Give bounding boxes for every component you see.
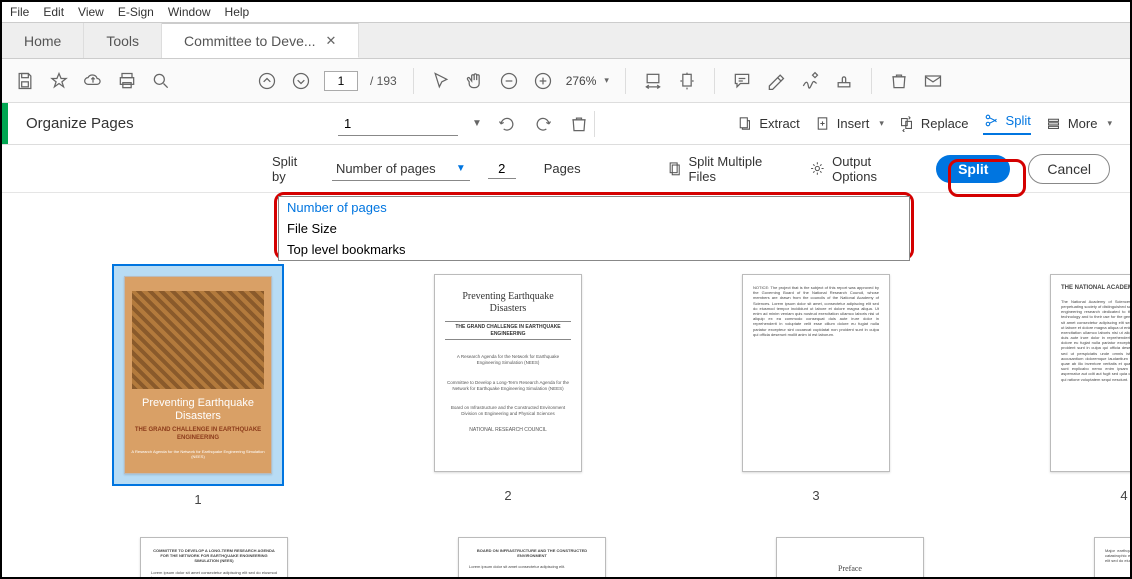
split-option-bookmarks[interactable]: Top level bookmarks [279, 239, 909, 260]
page-thumbnail-4[interactable]: THE NATIONAL ACADEMIES The National Acad… [1040, 264, 1130, 507]
close-icon[interactable]: ✕ [326, 33, 337, 49]
fit-width-icon[interactable] [642, 70, 664, 92]
page-number-input[interactable] [324, 71, 358, 91]
highlight-icon[interactable] [765, 70, 787, 92]
menu-view[interactable]: View [78, 5, 104, 19]
comment-icon[interactable] [731, 70, 753, 92]
thumb-label: 3 [812, 488, 819, 503]
fit-page-icon[interactable] [676, 70, 698, 92]
page-body: Committee to Develop a Long-Term Researc… [445, 380, 571, 392]
split-by-label: Split by [272, 154, 314, 184]
replace-button[interactable]: Replace [898, 115, 969, 132]
delete-icon[interactable] [888, 70, 910, 92]
sign-icon[interactable] [799, 70, 821, 92]
organize-toolbar: Organize Pages ▼ Extract Insert Replace … [2, 103, 1130, 145]
page-body: Board on Infrastructure and the Construc… [445, 405, 571, 417]
cloud-upload-icon[interactable] [82, 70, 104, 92]
menu-file[interactable]: File [10, 5, 29, 19]
thumb-label: 1 [194, 492, 201, 507]
split-button[interactable]: Split [983, 112, 1031, 135]
thumb-label: 2 [504, 488, 511, 503]
split-count-input[interactable] [488, 159, 516, 179]
tab-document[interactable]: Committee to Deve... ✕ [162, 23, 359, 58]
pages-label: Pages [544, 161, 581, 176]
page-heading: Preface [787, 564, 913, 574]
insert-button[interactable]: Insert [814, 115, 884, 132]
cover-subtitle: THE GRAND CHALLENGE IN EARTHQUAKE ENGINE… [125, 427, 271, 443]
chevron-down-icon: ▼ [456, 163, 466, 174]
thumb-label: 4 [1120, 488, 1127, 503]
star-icon[interactable] [48, 70, 70, 92]
menu-edit[interactable]: Edit [43, 5, 64, 19]
trash-icon[interactable] [568, 113, 590, 135]
page-heading: THE NATIONAL ACADEMIES [1061, 285, 1130, 293]
page-thumbnail-7[interactable]: Preface [776, 537, 924, 577]
page-up-icon[interactable] [256, 70, 278, 92]
split-options-bar: Split by Number of pages ▼ Pages Split M… [2, 145, 1130, 193]
split-method-value: Number of pages [336, 161, 436, 176]
search-icon[interactable] [150, 70, 172, 92]
more-button[interactable]: More [1045, 115, 1112, 132]
split-confirm-button[interactable]: Split [936, 155, 1010, 183]
page-body: NATIONAL RESEARCH COUNCIL [445, 427, 571, 434]
tab-tools[interactable]: Tools [84, 23, 162, 58]
menu-window[interactable]: Window [168, 5, 211, 19]
page-body: A Research Agenda for the Network for Ea… [445, 354, 571, 366]
split-option-pages[interactable]: Number of pages [279, 197, 909, 218]
menu-esign[interactable]: E-Sign [118, 5, 154, 19]
page-thumbnail-2[interactable]: Preventing Earthquake Disasters THE GRAN… [424, 264, 592, 507]
organize-page-input[interactable] [338, 112, 458, 136]
page-thumbnail-8[interactable]: Major earthquakes devastating urban regi… [1094, 537, 1130, 577]
page-thumbnail-5[interactable]: COMMITTEE TO DEVELOP A LONG-TERM RESEARC… [140, 537, 288, 577]
extract-button[interactable]: Extract [736, 115, 799, 132]
tab-home[interactable]: Home [2, 23, 84, 58]
cover-footer: A Research Agenda for the Network for Ea… [125, 449, 271, 459]
page-total: / 193 [370, 74, 397, 88]
save-icon[interactable] [14, 70, 36, 92]
page-thumbnail-1[interactable]: Preventing Earthquake Disasters THE GRAN… [112, 264, 284, 507]
rotate-left-icon[interactable] [496, 113, 518, 135]
split-method-menu: Number of pages File Size Top level book… [278, 196, 910, 261]
page-down-icon[interactable] [290, 70, 312, 92]
hand-icon[interactable] [464, 70, 486, 92]
tab-document-label: Committee to Deve... [184, 33, 316, 49]
menu-help[interactable]: Help [225, 5, 250, 19]
split-method-dropdown[interactable]: Number of pages ▼ [332, 157, 470, 181]
chevron-down-icon[interactable]: ▼ [472, 118, 482, 129]
output-options-button[interactable]: Output Options [809, 154, 918, 184]
mail-icon[interactable] [922, 70, 944, 92]
page-thumbnail-6[interactable]: BOARD ON INFRASTRUCTURE AND THE CONSTRUC… [458, 537, 606, 577]
zoom-out-icon[interactable] [498, 70, 520, 92]
split-multiple-button[interactable]: Split Multiple Files [666, 154, 792, 184]
print-icon[interactable] [116, 70, 138, 92]
main-toolbar: / 193 276% [2, 59, 1130, 103]
menubar: File Edit View E-Sign Window Help [2, 2, 1130, 23]
split-option-filesize[interactable]: File Size [279, 218, 909, 239]
page-title: Preventing Earthquake Disasters [445, 291, 571, 315]
page-subtitle: THE GRAND CHALLENGE IN EARTHQUAKE ENGINE… [445, 321, 571, 340]
stamp-icon[interactable] [833, 70, 855, 92]
tool-title: Organize Pages [8, 115, 338, 132]
cover-title: Preventing Earthquake Disasters [125, 397, 271, 423]
zoom-level[interactable]: 276% [566, 74, 609, 88]
cancel-button[interactable]: Cancel [1028, 154, 1110, 184]
tabs-row: Home Tools Committee to Deve... ✕ [2, 23, 1130, 59]
page-thumbnails: Preventing Earthquake Disasters THE GRAN… [2, 264, 1130, 577]
zoom-in-icon[interactable] [532, 70, 554, 92]
pointer-icon[interactable] [430, 70, 452, 92]
page-thumbnail-3[interactable]: NOTICE: The project that is the subject … [732, 264, 900, 507]
rotate-right-icon[interactable] [532, 113, 554, 135]
